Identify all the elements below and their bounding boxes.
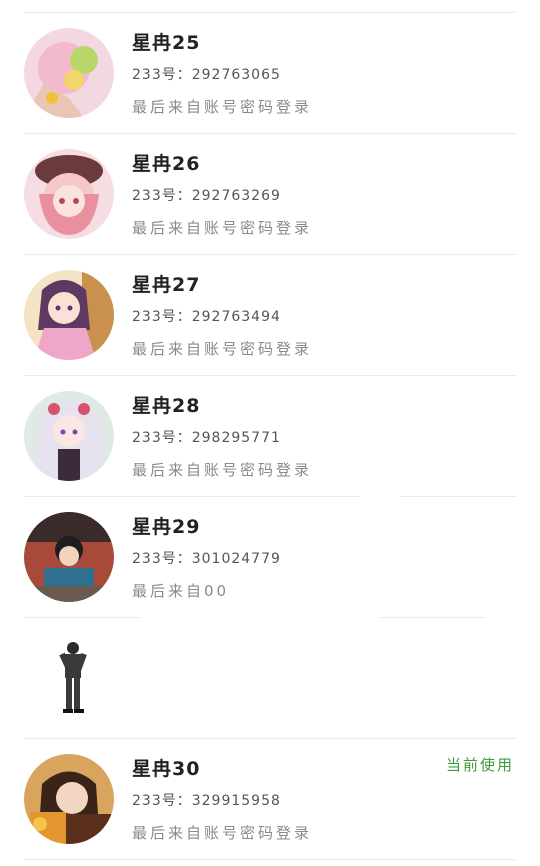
- account-name: 星冉26: [132, 153, 201, 175]
- account-id: 233号：292763065: [132, 67, 281, 83]
- avatar: [24, 391, 114, 481]
- avatar: [24, 28, 114, 118]
- divider: [380, 617, 486, 618]
- account-row-27[interactable]: 星冉27 233号：292763494 最后来自账号密码登录: [0, 254, 540, 375]
- render-gap: [250, 580, 540, 616]
- login-method: 最后来自账号密码登录: [132, 340, 313, 358]
- account-name: 星冉29: [132, 516, 201, 538]
- account-id: 233号：301024779: [132, 551, 281, 567]
- avatar: [24, 270, 114, 360]
- avatar: [24, 754, 114, 844]
- render-gap: [360, 490, 400, 504]
- login-method: 最后来自账号密码登录: [132, 824, 313, 842]
- divider: [24, 617, 140, 618]
- avatar: [24, 149, 114, 239]
- account-row-30[interactable]: 星冉30 233号：329915958 最后来自账号密码登录 当前使用: [0, 738, 540, 859]
- account-row-26[interactable]: 星冉26 233号：292763269 最后来自账号密码登录: [0, 133, 540, 254]
- login-method: 最后来自账号密码登录: [132, 98, 313, 116]
- account-name: 星冉30: [132, 758, 201, 780]
- login-method: 最后来自账号密码登录: [132, 461, 313, 479]
- account-row-25[interactable]: 星冉25 233号：292763065 最后来自账号密码登录: [0, 12, 540, 133]
- character-figure-icon: [55, 640, 91, 714]
- account-name: 星冉28: [132, 395, 201, 417]
- login-method: 最后来自账号密码登录: [132, 219, 313, 237]
- avatar: [24, 512, 114, 602]
- divider: [24, 859, 516, 860]
- account-id: 233号：292763269: [132, 188, 281, 204]
- account-name: 星冉27: [132, 274, 201, 296]
- account-id: 233号：292763494: [132, 309, 281, 325]
- account-row-28[interactable]: 星冉28 233号：298295771 最后来自账号密码登录: [0, 375, 540, 496]
- account-id: 233号：298295771: [132, 430, 281, 446]
- account-id: 233号：329915958: [132, 793, 281, 809]
- login-method: 最后来自00: [132, 582, 230, 600]
- account-name: 星冉25: [132, 32, 201, 54]
- current-in-use-label: 当前使用: [445, 756, 514, 774]
- account-list: 星冉25 233号：292763065 最后来自账号密码登录 星冉26 233号…: [0, 0, 540, 866]
